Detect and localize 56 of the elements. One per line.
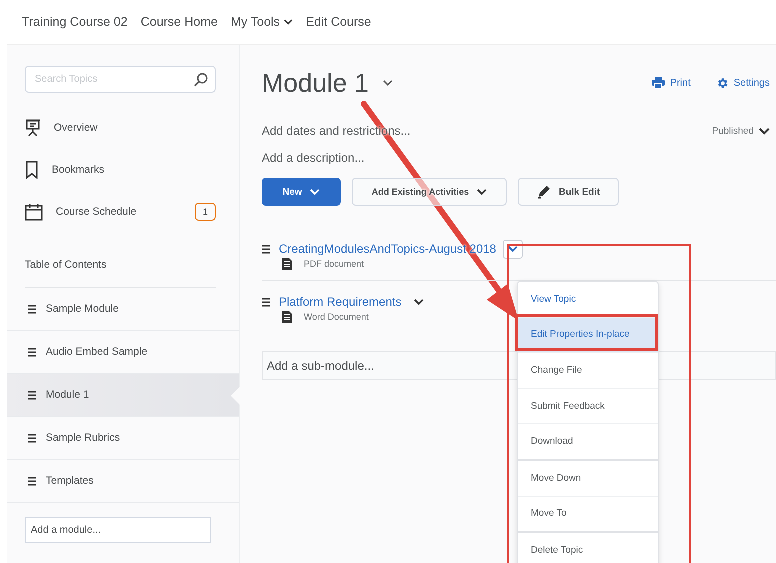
menu-item[interactable]: Move To (518, 496, 658, 532)
menu-item[interactable]: Delete Topic (518, 531, 658, 563)
module-item[interactable]: Sample Rubrics (7, 417, 239, 460)
caret-icon[interactable] (382, 80, 393, 86)
menu-item[interactable]: Move Down (518, 458, 658, 496)
section-heading: Table of Contents (25, 253, 216, 288)
drag-handle-icon (28, 476, 36, 486)
document-icon (282, 258, 292, 270)
menu-item[interactable]: View Topic (518, 282, 658, 317)
sidebar-link[interactable]: Bookmarks (25, 149, 216, 191)
pencil-icon (537, 185, 551, 199)
module-item[interactable]: Sample Module (7, 288, 239, 331)
presentation-icon (25, 119, 41, 137)
document-icon (282, 311, 292, 323)
add-module-field[interactable]: Add a module... (25, 517, 211, 543)
printer-icon (652, 77, 666, 89)
search-icon (193, 72, 209, 88)
add-description-link[interactable]: Add a description... (262, 151, 776, 165)
caret-icon (508, 246, 518, 252)
module-item[interactable]: Module 1 (7, 374, 239, 417)
dropdown-button[interactable]: Add Existing Activities (352, 178, 507, 206)
menu-item[interactable]: Submit Feedback (518, 388, 658, 424)
bookmark-icon (25, 161, 39, 179)
drag-handle-icon (28, 348, 36, 356)
count-badge: 1 (194, 203, 216, 221)
nav-link[interactable]: Course Home (140, 13, 218, 31)
sidebar-link[interactable]: Course Schedule 1 (25, 191, 216, 233)
caret-icon (310, 189, 320, 195)
calendar-icon (25, 203, 43, 221)
drag-handle-icon (28, 434, 36, 442)
nav-menu[interactable]: My Tools (230, 13, 294, 31)
caret-icon (477, 189, 488, 195)
module-item[interactable]: Templates (7, 460, 239, 503)
toolbar-link[interactable]: Settings (716, 76, 770, 90)
search-field[interactable]: Search Topics (25, 66, 216, 93)
drag-handle-icon (262, 298, 270, 306)
drag-handle-icon (262, 244, 270, 254)
nav-link[interactable]: Training Course 02 (22, 13, 128, 31)
file-type: PDF document (304, 259, 364, 269)
status-dropdown[interactable]: Published (712, 126, 776, 136)
file-type: Word Document (304, 312, 369, 322)
module-title: Module 1 (262, 68, 369, 98)
caret-icon (414, 299, 424, 305)
toolbar-link[interactable]: Print (652, 77, 691, 89)
settings-icon (716, 76, 729, 90)
nav-link[interactable]: Edit Course (306, 13, 372, 31)
sidebar-link[interactable]: Overview (25, 107, 216, 149)
caret-icon (284, 19, 294, 25)
drag-handle-icon (28, 390, 36, 400)
menu-item[interactable]: Change File (518, 352, 658, 388)
drag-handle-icon (28, 304, 36, 314)
topic-link[interactable]: Platform Requirements (279, 295, 402, 309)
caret-icon (759, 128, 770, 134)
bulk-edit-button[interactable]: Bulk Edit (518, 178, 620, 206)
new-button[interactable]: New (262, 178, 341, 206)
menu-item[interactable]: Download (518, 423, 658, 459)
